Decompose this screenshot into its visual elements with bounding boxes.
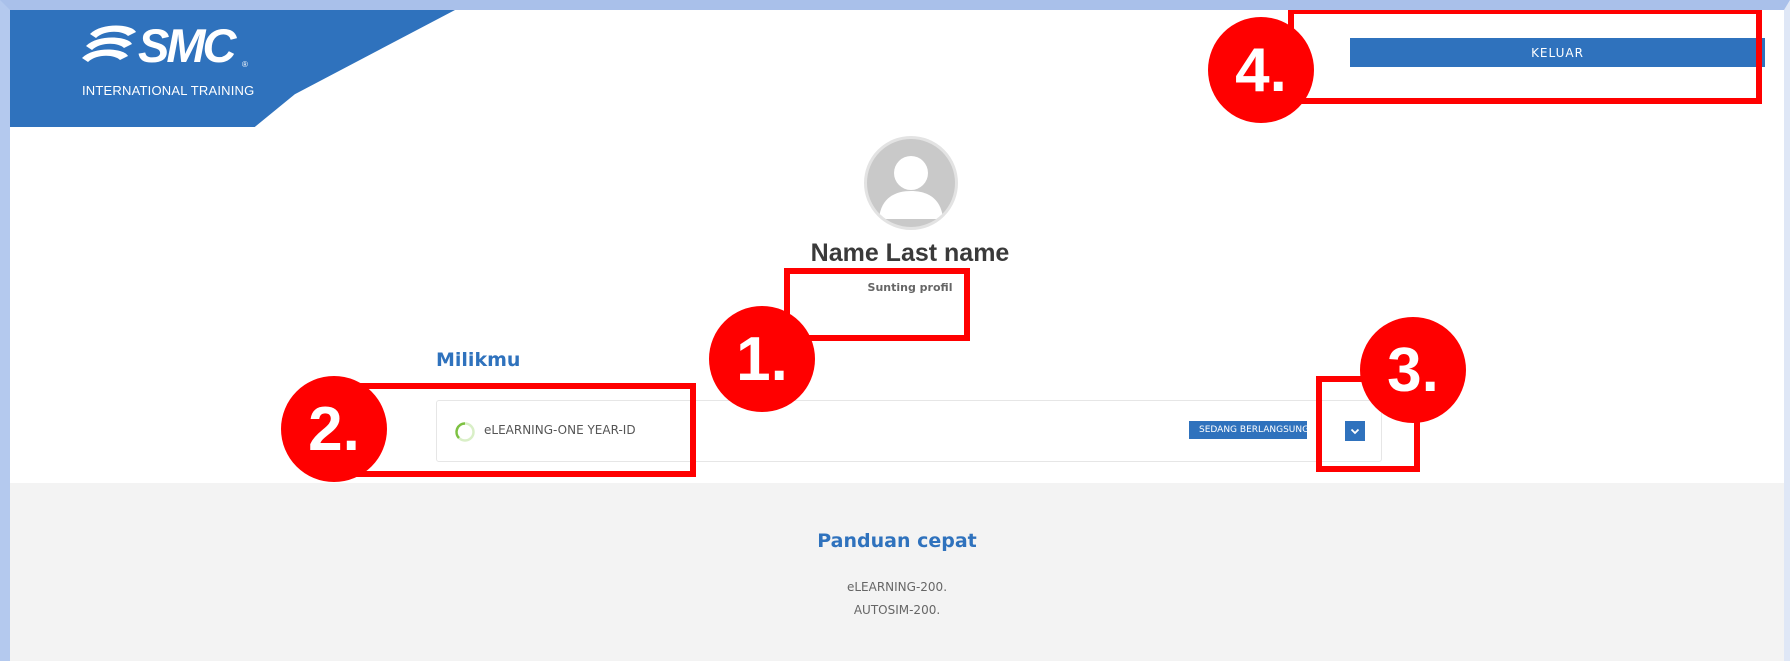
user-silhouette-icon bbox=[879, 156, 943, 219]
annotation-marker-1: 1. bbox=[709, 306, 815, 412]
quick-guide-link-autosim[interactable]: AUTOSIM-200. bbox=[10, 603, 1784, 617]
avatar bbox=[864, 136, 958, 230]
quick-guide-title: Panduan cepat bbox=[817, 530, 977, 552]
owned-section-title: Milikmu bbox=[436, 349, 521, 371]
quick-guide-link-elearning[interactable]: eLEARNING-200. bbox=[10, 580, 1784, 594]
footer: Panduan cepat eLEARNING-200. AUTOSIM-200… bbox=[10, 483, 1784, 661]
annotation-marker-4: 4. bbox=[1208, 17, 1314, 123]
logo-registered-mark: ® bbox=[242, 60, 248, 69]
annotation-marker-3: 3. bbox=[1360, 317, 1466, 423]
logo-text: SMC bbox=[138, 19, 236, 72]
annotation-box-2 bbox=[352, 383, 696, 477]
status-badge: SEDANG BERLANGSUNG bbox=[1189, 421, 1307, 439]
annotation-box-1 bbox=[784, 268, 970, 341]
profile-name: Name Last name bbox=[810, 239, 1010, 267]
logo-subtitle: INTERNATIONAL TRAINING bbox=[82, 83, 255, 98]
smc-logo[interactable]: SMC ® INTERNATIONAL TRAINING bbox=[82, 20, 272, 104]
smc-logo-mark-icon bbox=[82, 25, 136, 62]
annotation-marker-2: 2. bbox=[281, 376, 387, 482]
annotation-box-4 bbox=[1288, 8, 1762, 104]
